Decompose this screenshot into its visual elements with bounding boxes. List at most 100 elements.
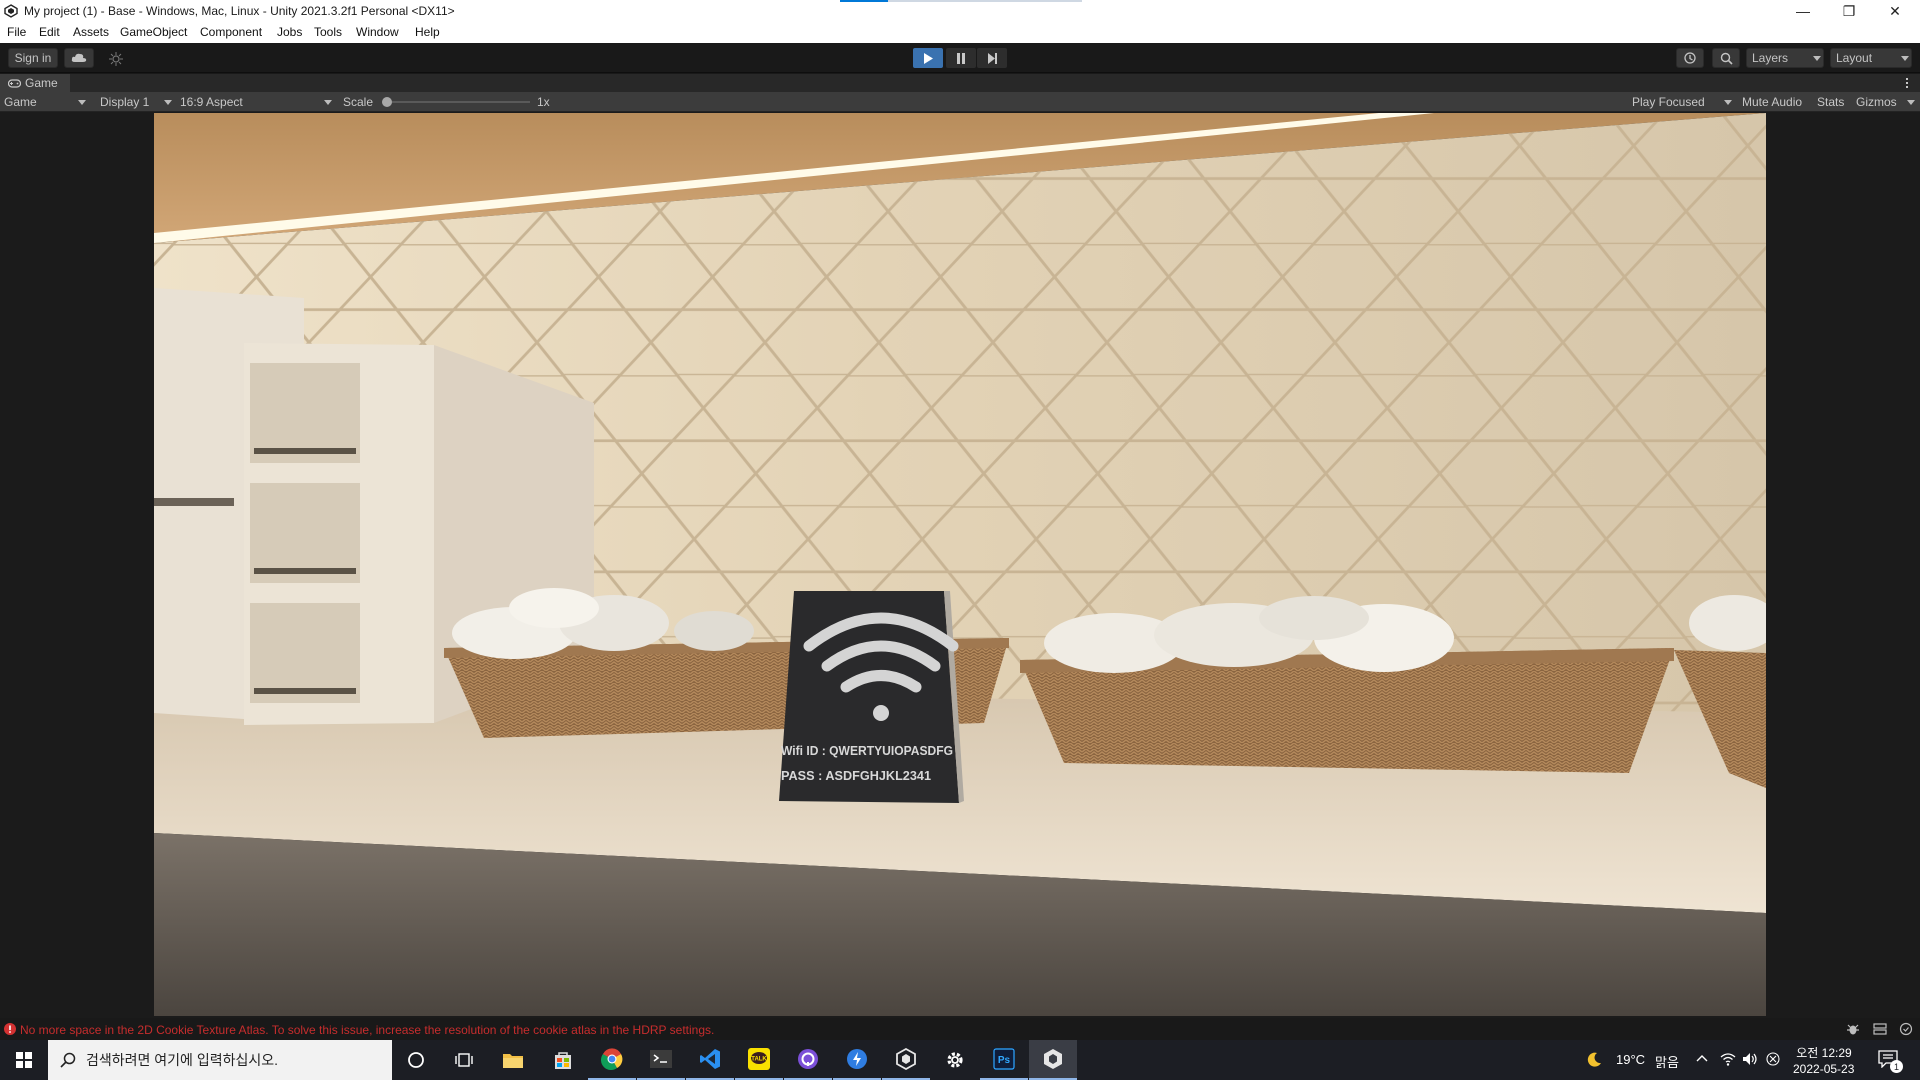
- menu-component[interactable]: Component: [200, 25, 262, 39]
- taskbar-kakaotalk[interactable]: TALK: [735, 1040, 783, 1080]
- chevron-down-icon: [1901, 56, 1909, 61]
- search-icon: [60, 1052, 76, 1068]
- play-focused-dropdown[interactable]: Play Focused: [1632, 95, 1705, 109]
- menu-tools[interactable]: Tools: [314, 25, 342, 39]
- weather-description[interactable]: 맑음: [1655, 1052, 1679, 1071]
- menu-file[interactable]: File: [7, 25, 26, 39]
- game-render[interactable]: Wifi ID : QWERTYUIOPASDFG PASS : ASDFGHJ…: [154, 113, 1766, 1016]
- taskbar-vscode[interactable]: [686, 1040, 734, 1080]
- title-accent-bar: [840, 0, 888, 2]
- scale-value: 1x: [537, 95, 550, 109]
- taskbar-search-placeholder: 검색하려면 여기에 입력하십시오.: [86, 1052, 278, 1068]
- error-message[interactable]: No more space in the 2D Cookie Texture A…: [20, 1023, 714, 1037]
- game-mode-dropdown[interactable]: Game: [4, 95, 37, 109]
- terminal-icon: [650, 1050, 672, 1068]
- step-icon: [987, 52, 997, 64]
- display-dropdown[interactable]: Display 1: [100, 95, 149, 109]
- pause-icon: [957, 52, 965, 64]
- menu-window[interactable]: Window: [356, 25, 399, 39]
- cortana-icon: [408, 1052, 424, 1068]
- github-icon: [798, 1049, 818, 1069]
- menu-bar: File Edit Assets GameObject Component Jo…: [0, 22, 1920, 43]
- search-button[interactable]: [1712, 48, 1740, 68]
- taskbar-store[interactable]: [539, 1040, 587, 1080]
- cortana-button[interactable]: [392, 1040, 440, 1080]
- windows-logo-icon: [16, 1052, 32, 1068]
- clock-date[interactable]: 2022-05-23: [1793, 1062, 1854, 1076]
- gizmos-toggle[interactable]: Gizmos: [1856, 95, 1897, 109]
- svg-text:Ps: Ps: [998, 1055, 1011, 1066]
- scale-slider-handle[interactable]: [382, 97, 392, 107]
- clock-time[interactable]: 오전 12:29: [1796, 1044, 1852, 1061]
- weather-temperature[interactable]: 19°C: [1616, 1052, 1645, 1067]
- mute-audio-toggle[interactable]: Mute Audio: [1742, 95, 1802, 109]
- menu-gameobject[interactable]: GameObject: [120, 25, 187, 39]
- kakaotalk-icon: TALK: [748, 1048, 770, 1070]
- step-button[interactable]: [977, 48, 1007, 68]
- moon-weather-icon[interactable]: [1586, 1052, 1602, 1068]
- game-view-toolbar: Game Display 1 16:9 Aspect Scale 1x Play…: [0, 92, 1920, 112]
- tab-game[interactable]: Game: [0, 74, 70, 92]
- kebab-menu-icon: [1906, 78, 1908, 88]
- search-icon: [1720, 52, 1733, 65]
- notification-center-button[interactable]: 1: [1876, 1048, 1903, 1074]
- task-view-icon: [455, 1053, 473, 1067]
- status-bar[interactable]: No more space in the 2D Cookie Texture A…: [0, 1018, 1920, 1040]
- tab-game-label: Game: [25, 76, 58, 90]
- task-view-button[interactable]: [440, 1040, 488, 1080]
- aspect-dropdown[interactable]: 16:9 Aspect: [180, 95, 243, 109]
- ime-status-icon[interactable]: [1766, 1052, 1780, 1066]
- restore-button[interactable]: ❐: [1826, 0, 1872, 22]
- chevron-down-icon: [1724, 100, 1732, 105]
- chevron-down-icon: [1813, 56, 1821, 61]
- history-button[interactable]: [1676, 48, 1704, 68]
- sign-pass: PASS : ASDFGHJKL2341: [781, 768, 931, 783]
- taskbar-file-explorer[interactable]: [489, 1040, 537, 1080]
- play-icon: [924, 52, 933, 64]
- chevron-down-icon: [78, 100, 86, 105]
- sign-in-button[interactable]: Sign in: [8, 48, 58, 68]
- stats-toggle[interactable]: Stats: [1817, 95, 1844, 109]
- menu-jobs[interactable]: Jobs: [277, 25, 302, 39]
- notification-badge: 1: [1890, 1060, 1903, 1073]
- start-button[interactable]: [0, 1040, 48, 1080]
- close-window-button[interactable]: ✕: [1872, 0, 1918, 22]
- taskbar-search-box[interactable]: 검색하려면 여기에 입력하십시오.: [48, 1040, 392, 1080]
- taskbar-github-desktop[interactable]: [784, 1040, 832, 1080]
- progress-check-icon[interactable]: [1899, 1022, 1913, 1036]
- store-bag-icon: [555, 1052, 571, 1069]
- taskbar-app-blue[interactable]: [833, 1040, 881, 1080]
- menu-assets[interactable]: Assets: [73, 25, 109, 39]
- chrome-icon: [601, 1048, 623, 1070]
- bug-icon[interactable]: [1846, 1022, 1860, 1036]
- taskbar-unity-hub[interactable]: [882, 1040, 930, 1080]
- window-title: My project (1) - Base - Windows, Mac, Li…: [24, 4, 455, 18]
- cache-server-icon[interactable]: [1873, 1022, 1887, 1036]
- menu-help[interactable]: Help: [415, 25, 440, 39]
- wifi-sign: Wifi ID : QWERTYUIOPASDFG PASS : ASDFGHJ…: [779, 591, 964, 803]
- collab-button[interactable]: [104, 50, 128, 68]
- minimize-button[interactable]: —: [1780, 0, 1826, 22]
- menu-edit[interactable]: Edit: [39, 25, 60, 39]
- layout-dropdown[interactable]: Layout: [1830, 48, 1912, 68]
- unity-logo-icon: [4, 4, 18, 18]
- taskbar-settings[interactable]: [931, 1040, 979, 1080]
- chevron-up-icon[interactable]: [1696, 1054, 1708, 1062]
- scale-label: Scale: [343, 95, 374, 109]
- taskbar-photoshop[interactable]: Ps: [980, 1040, 1028, 1080]
- taskbar-chrome[interactable]: [588, 1040, 636, 1080]
- scale-slider-track[interactable]: [382, 101, 530, 103]
- pause-button[interactable]: [946, 48, 976, 68]
- cloud-button[interactable]: [64, 48, 94, 68]
- gamepad-icon: [8, 78, 21, 88]
- layers-dropdown[interactable]: Layers: [1746, 48, 1824, 68]
- volume-icon[interactable]: [1742, 1052, 1758, 1066]
- tab-menu-button[interactable]: [1902, 76, 1912, 90]
- play-button[interactable]: [913, 48, 943, 68]
- taskbar-terminal[interactable]: [637, 1040, 685, 1080]
- title-accent-bar-secondary: [888, 0, 1082, 2]
- svg-text:TALK: TALK: [751, 1057, 767, 1063]
- taskbar-unity-editor[interactable]: [1029, 1040, 1077, 1080]
- game-viewport[interactable]: Wifi ID : QWERTYUIOPASDFG PASS : ASDFGHJ…: [0, 112, 1920, 1018]
- wifi-icon[interactable]: [1720, 1052, 1736, 1066]
